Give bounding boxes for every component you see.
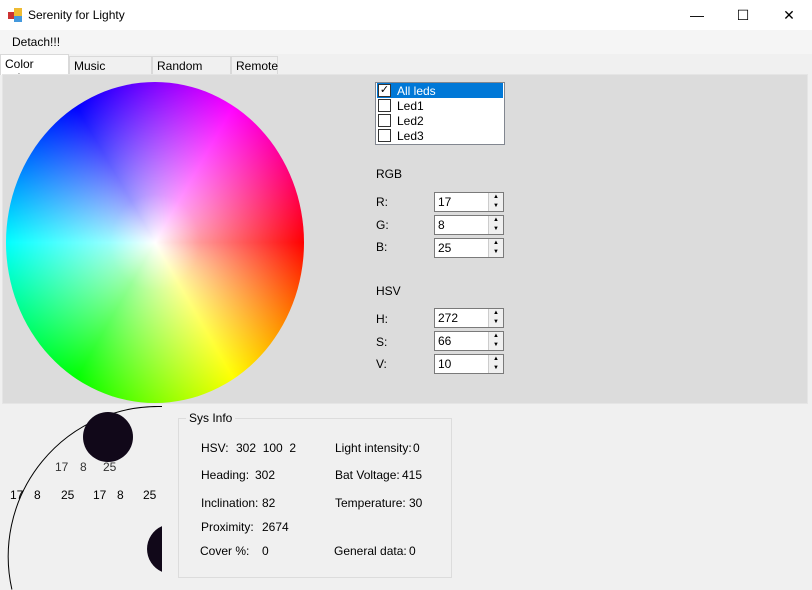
preview-g: 8 bbox=[80, 460, 87, 474]
b-stepper[interactable]: 25 ▲ ▼ bbox=[434, 238, 504, 258]
b-value[interactable]: 25 bbox=[435, 239, 488, 257]
color-wheel-clip bbox=[6, 82, 306, 403]
preview-g: 8 bbox=[117, 488, 124, 502]
s-stepper[interactable]: 66 ▲ ▼ bbox=[434, 331, 504, 351]
h-stepper[interactable]: 272 ▲ ▼ bbox=[434, 308, 504, 328]
proximity-value: 2674 bbox=[262, 520, 289, 534]
inclination-value: 82 bbox=[262, 496, 276, 510]
v-label: V: bbox=[376, 357, 387, 371]
bat-value: 415 bbox=[402, 468, 423, 482]
preview-b: 25 bbox=[143, 488, 157, 502]
r-value[interactable]: 17 bbox=[435, 193, 488, 211]
v-stepper[interactable]: 10 ▲ ▼ bbox=[434, 354, 504, 374]
tab-random-color[interactable]: Random color bbox=[152, 56, 231, 87]
tab-color-select[interactable]: Color select bbox=[0, 54, 69, 85]
menu-bar bbox=[0, 30, 812, 54]
checkbox-checked-icon[interactable]: ✓ bbox=[378, 84, 391, 97]
led-label: Led1 bbox=[397, 98, 424, 113]
preview-led-circle bbox=[147, 526, 162, 572]
g-label: G: bbox=[376, 218, 389, 232]
preview-drawing bbox=[7, 406, 162, 590]
checkbox-icon[interactable] bbox=[378, 129, 391, 142]
led-label: All leds bbox=[397, 83, 436, 98]
heading-label: Heading: bbox=[201, 468, 250, 482]
app-icon bbox=[8, 8, 22, 22]
minimize-button[interactable]: — bbox=[674, 0, 720, 30]
checkbox-icon[interactable] bbox=[378, 114, 391, 127]
preview-b: 25 bbox=[103, 460, 117, 474]
v-value[interactable]: 10 bbox=[435, 355, 488, 373]
preview-led-circle bbox=[83, 412, 133, 462]
g-stepper[interactable]: 8 ▲ ▼ bbox=[434, 215, 504, 235]
hsv-heading: HSV bbox=[376, 284, 401, 298]
inclination-label: Inclination: bbox=[201, 496, 259, 510]
led-item-1[interactable]: Led1 bbox=[377, 98, 503, 113]
s-value[interactable]: 66 bbox=[435, 332, 488, 350]
preview-r: 17 bbox=[93, 488, 107, 502]
spin-arrows-icon[interactable]: ▲ ▼ bbox=[488, 239, 503, 257]
preview-b: 25 bbox=[61, 488, 75, 502]
spin-arrows-icon[interactable]: ▲ ▼ bbox=[488, 309, 503, 327]
led-preview: 17 8 25 17 8 25 17 8 25 bbox=[0, 406, 162, 590]
spin-arrows-icon[interactable]: ▲ ▼ bbox=[488, 193, 503, 211]
led-item-2[interactable]: Led2 bbox=[377, 113, 503, 128]
menu-detach[interactable]: Detach!!! bbox=[12, 35, 60, 49]
spin-arrows-icon[interactable]: ▲ ▼ bbox=[488, 216, 503, 234]
proximity-label: Proximity: bbox=[201, 520, 254, 534]
temperature-value: 30 bbox=[409, 496, 423, 510]
tab-remote[interactable]: Remote bbox=[231, 56, 278, 74]
h-value[interactable]: 272 bbox=[435, 309, 488, 327]
maximize-button[interactable]: ☐ bbox=[720, 0, 766, 30]
b-label: B: bbox=[376, 240, 388, 254]
preview-r: 17 bbox=[55, 460, 69, 474]
s-label: S: bbox=[376, 335, 388, 349]
bat-label: Bat Voltage: bbox=[335, 468, 400, 482]
preview-g: 8 bbox=[34, 488, 41, 502]
light-label: Light intensity: bbox=[335, 441, 412, 455]
spin-arrows-icon[interactable]: ▲ ▼ bbox=[488, 332, 503, 350]
heading-value: 302 bbox=[255, 468, 276, 482]
g-value[interactable]: 8 bbox=[435, 216, 488, 234]
window-title: Serenity for Lighty bbox=[28, 8, 125, 22]
checkbox-icon[interactable] bbox=[378, 99, 391, 112]
led-item-all[interactable]: ✓ All leds bbox=[377, 83, 503, 98]
led-label: Led2 bbox=[397, 113, 424, 128]
preview-r: 17 bbox=[10, 488, 24, 502]
rgb-heading: RGB bbox=[376, 167, 403, 181]
hsv-label: HSV: bbox=[201, 441, 229, 455]
cover-label: Cover %: bbox=[200, 544, 250, 558]
general-label: General data: bbox=[334, 544, 407, 558]
close-button[interactable]: ✕ bbox=[766, 0, 812, 30]
cover-value: 0 bbox=[262, 544, 269, 558]
color-wheel[interactable] bbox=[6, 82, 304, 403]
led-item-3[interactable]: Led3 bbox=[377, 128, 503, 143]
hsv-value: 302 100 2 bbox=[236, 441, 297, 455]
spin-arrows-icon[interactable]: ▲ ▼ bbox=[488, 355, 503, 373]
r-label: R: bbox=[376, 195, 388, 209]
sys-info-title: Sys Info bbox=[186, 411, 236, 425]
tab-music-equalizer[interactable]: Music equalizer bbox=[69, 56, 152, 87]
light-value: 0 bbox=[413, 441, 420, 455]
temperature-label: Temperature: bbox=[335, 496, 406, 510]
r-stepper[interactable]: 17 ▲ ▼ bbox=[434, 192, 504, 212]
h-label: H: bbox=[376, 312, 388, 326]
led-label: Led3 bbox=[397, 128, 424, 143]
general-value: 0 bbox=[409, 544, 416, 558]
led-checklist[interactable]: ✓ All leds Led1 Led2 Led3 bbox=[375, 82, 505, 145]
